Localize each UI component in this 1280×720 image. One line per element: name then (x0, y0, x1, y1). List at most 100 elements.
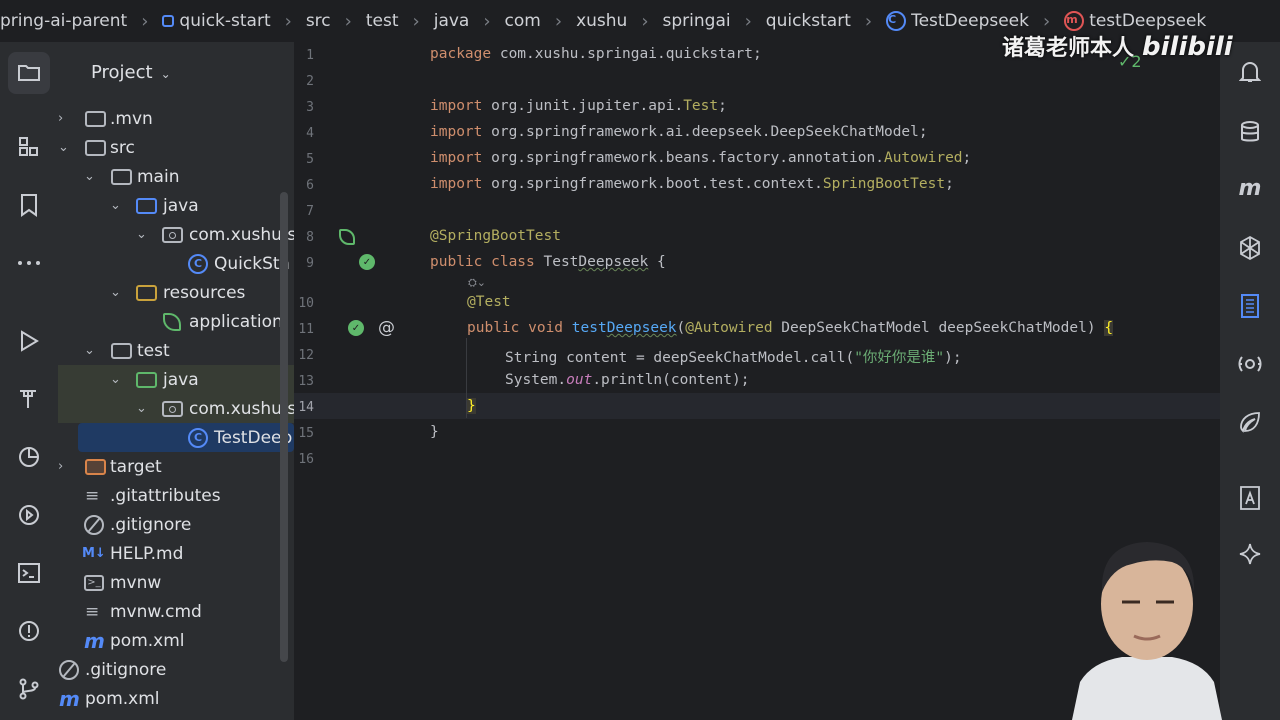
project-scrollbar[interactable] (280, 192, 288, 662)
services-icon[interactable] (8, 494, 50, 536)
project-folder-icon[interactable] (8, 52, 50, 94)
tree-item-resources[interactable]: ⌄ resources (58, 278, 294, 307)
more-icon[interactable] (8, 242, 50, 284)
breadcrumb-item[interactable]: m testDeepseek (1064, 11, 1206, 31)
code-line-8[interactable]: @SpringBootTest (430, 228, 561, 244)
tree-item-quickstart-class[interactable]: C QuickSta (58, 249, 294, 278)
tree-item-main-package[interactable]: ⌄ com.xushu.s (58, 220, 294, 249)
code-line-10[interactable]: @Test (467, 294, 511, 310)
tree-item-application[interactable]: application. (58, 307, 294, 336)
tree-item-label[interactable]: com.xushu.s (189, 399, 294, 419)
breadcrumb-item[interactable]: springai › (663, 11, 766, 32)
git-icon[interactable] (8, 668, 50, 710)
tree-item-label[interactable]: target (110, 457, 162, 477)
tree-item-gitignore[interactable]: .gitignore (58, 510, 294, 539)
breadcrumb-item[interactable]: java › (434, 11, 505, 32)
tree-item-src[interactable]: ⌄ src (58, 133, 294, 162)
breadcrumb-label[interactable]: test (366, 11, 399, 31)
chevron-down-icon[interactable]: ⌄ (84, 169, 95, 184)
tree-item-mvn[interactable]: › .mvn (58, 104, 294, 133)
font-icon[interactable] (1232, 480, 1268, 516)
breadcrumb-item[interactable]: com › (505, 11, 577, 32)
tree-item-target[interactable]: › target (58, 452, 294, 481)
code-line-6[interactable]: import org.springframework.boot.test.con… (430, 176, 954, 192)
spring-bean-icon[interactable] (339, 229, 355, 245)
breadcrumb-item[interactable]: C TestDeepseek › (886, 11, 1064, 32)
breadcrumb-item[interactable]: src › (306, 11, 366, 32)
code-line-5[interactable]: import org.springframework.beans.factory… (430, 150, 971, 166)
chevron-down-icon[interactable]: ⌄ (58, 140, 69, 155)
database-icon[interactable] (1232, 114, 1268, 150)
tree-item-help-md[interactable]: M↓ HELP.md (58, 539, 294, 568)
ai-assistant-icon[interactable] (1232, 230, 1268, 266)
tree-item-label[interactable]: pom.xml (110, 631, 185, 651)
tree-item-label[interactable]: mvnw.cmd (110, 602, 202, 622)
breadcrumb-item[interactable]: test › (366, 11, 434, 32)
chevron-down-icon[interactable]: ⌄ (84, 343, 95, 358)
tree-item-label[interactable]: java (163, 370, 199, 390)
tree-item-label[interactable]: resources (163, 283, 245, 303)
chevron-right-icon[interactable]: › (58, 111, 63, 126)
breadcrumb-label[interactable]: TestDeepseek (911, 11, 1029, 31)
breadcrumb-label[interactable]: springai (663, 11, 731, 31)
tree-item-test-java[interactable]: ⌄ java (58, 365, 294, 394)
spring-icon[interactable] (1232, 404, 1268, 440)
project-panel-title[interactable]: Project (91, 62, 153, 83)
gradle-icon[interactable] (1232, 288, 1268, 324)
tree-item-label[interactable]: QuickSta (214, 254, 290, 274)
inspection-widget[interactable]: ✓2 (1118, 52, 1142, 71)
tree-item-test-package[interactable]: ⌄ com.xushu.s (58, 394, 294, 423)
build-icon[interactable] (8, 378, 50, 420)
tree-item-label[interactable]: main (137, 167, 179, 187)
notifications-icon[interactable] (1232, 54, 1268, 90)
bookmark-icon[interactable] (8, 184, 50, 226)
code-line-1[interactable]: package com.xushu.springai.quickstart; (430, 46, 762, 62)
tree-item-label[interactable]: .mvn (110, 109, 153, 129)
tree-item-gitattributes[interactable]: ≡ .gitattributes (58, 481, 294, 510)
chevron-down-icon[interactable]: ⌄ (136, 401, 147, 416)
code-line-12[interactable]: String content = deepSeekChatModel.call(… (505, 346, 962, 367)
chevron-right-icon[interactable]: › (58, 459, 63, 474)
problems-icon[interactable] (8, 610, 50, 652)
tree-item-label[interactable]: .gitattributes (110, 486, 221, 506)
profiler-icon[interactable] (8, 436, 50, 478)
breadcrumb-item[interactable]: quickstart › (766, 11, 886, 32)
terminal-icon[interactable] (8, 552, 50, 594)
tree-item-label[interactable]: HELP.md (110, 544, 183, 564)
tree-item-label[interactable]: test (137, 341, 170, 361)
run-test-icon[interactable]: ✓ (348, 320, 364, 336)
tree-item-test[interactable]: ⌄ test (58, 336, 294, 365)
breadcrumb-label[interactable]: quick-start (179, 11, 270, 31)
breadcrumb-label[interactable]: pring-ai-parent (0, 11, 127, 31)
tree-item-label[interactable]: src (110, 138, 135, 158)
code-line-9[interactable]: public class TestDeepseek { (430, 254, 666, 270)
code-line-15[interactable]: } (430, 424, 439, 440)
tree-item-label[interactable]: .gitignore (110, 515, 191, 535)
tree-item-label[interactable]: .gitignore (85, 660, 166, 680)
breadcrumb-label[interactable]: xushu (576, 11, 627, 31)
tree-item-label[interactable]: application. (189, 312, 288, 332)
run-test-icon[interactable]: ✓ (359, 254, 375, 270)
tree-item-main-java[interactable]: ⌄ java (58, 191, 294, 220)
chevron-down-icon[interactable]: ⌄ (110, 285, 121, 300)
tree-item-main[interactable]: ⌄ main (58, 162, 294, 191)
code-line-14[interactable]: } (467, 398, 476, 414)
chevron-down-icon[interactable]: ⌄ (110, 198, 121, 213)
chevron-down-icon[interactable]: ⌄ (110, 372, 121, 387)
tree-item-label[interactable]: java (163, 196, 199, 216)
breadcrumb-item[interactable]: quick-start › (162, 11, 305, 32)
structure-icon[interactable] (8, 126, 50, 168)
tree-item-label[interactable]: mvnw (110, 573, 161, 593)
chevron-down-icon[interactable]: ⌄ (136, 227, 147, 242)
code-line-4[interactable]: import org.springframework.ai.deepseek.D… (430, 124, 928, 140)
tree-item-label[interactable]: com.xushu.s (189, 225, 294, 245)
tree-item-mvnw-cmd[interactable]: ≡ mvnw.cmd (58, 597, 294, 626)
tree-item-root-gitignore[interactable]: .gitignore (58, 655, 294, 684)
code-line-13[interactable]: System.out.println(content); (505, 372, 749, 388)
find-usages-icon[interactable]: @ (378, 318, 395, 338)
code-line-3[interactable]: import org.junit.jupiter.api.Test; (430, 98, 727, 114)
endpoints-icon[interactable] (1232, 346, 1268, 382)
tree-item-testdeepseek-class[interactable]: C TestDeep (78, 423, 294, 452)
chevron-down-icon[interactable]: ⌄ (161, 67, 171, 81)
tree-item-mvnw[interactable]: >_ mvnw (58, 568, 294, 597)
